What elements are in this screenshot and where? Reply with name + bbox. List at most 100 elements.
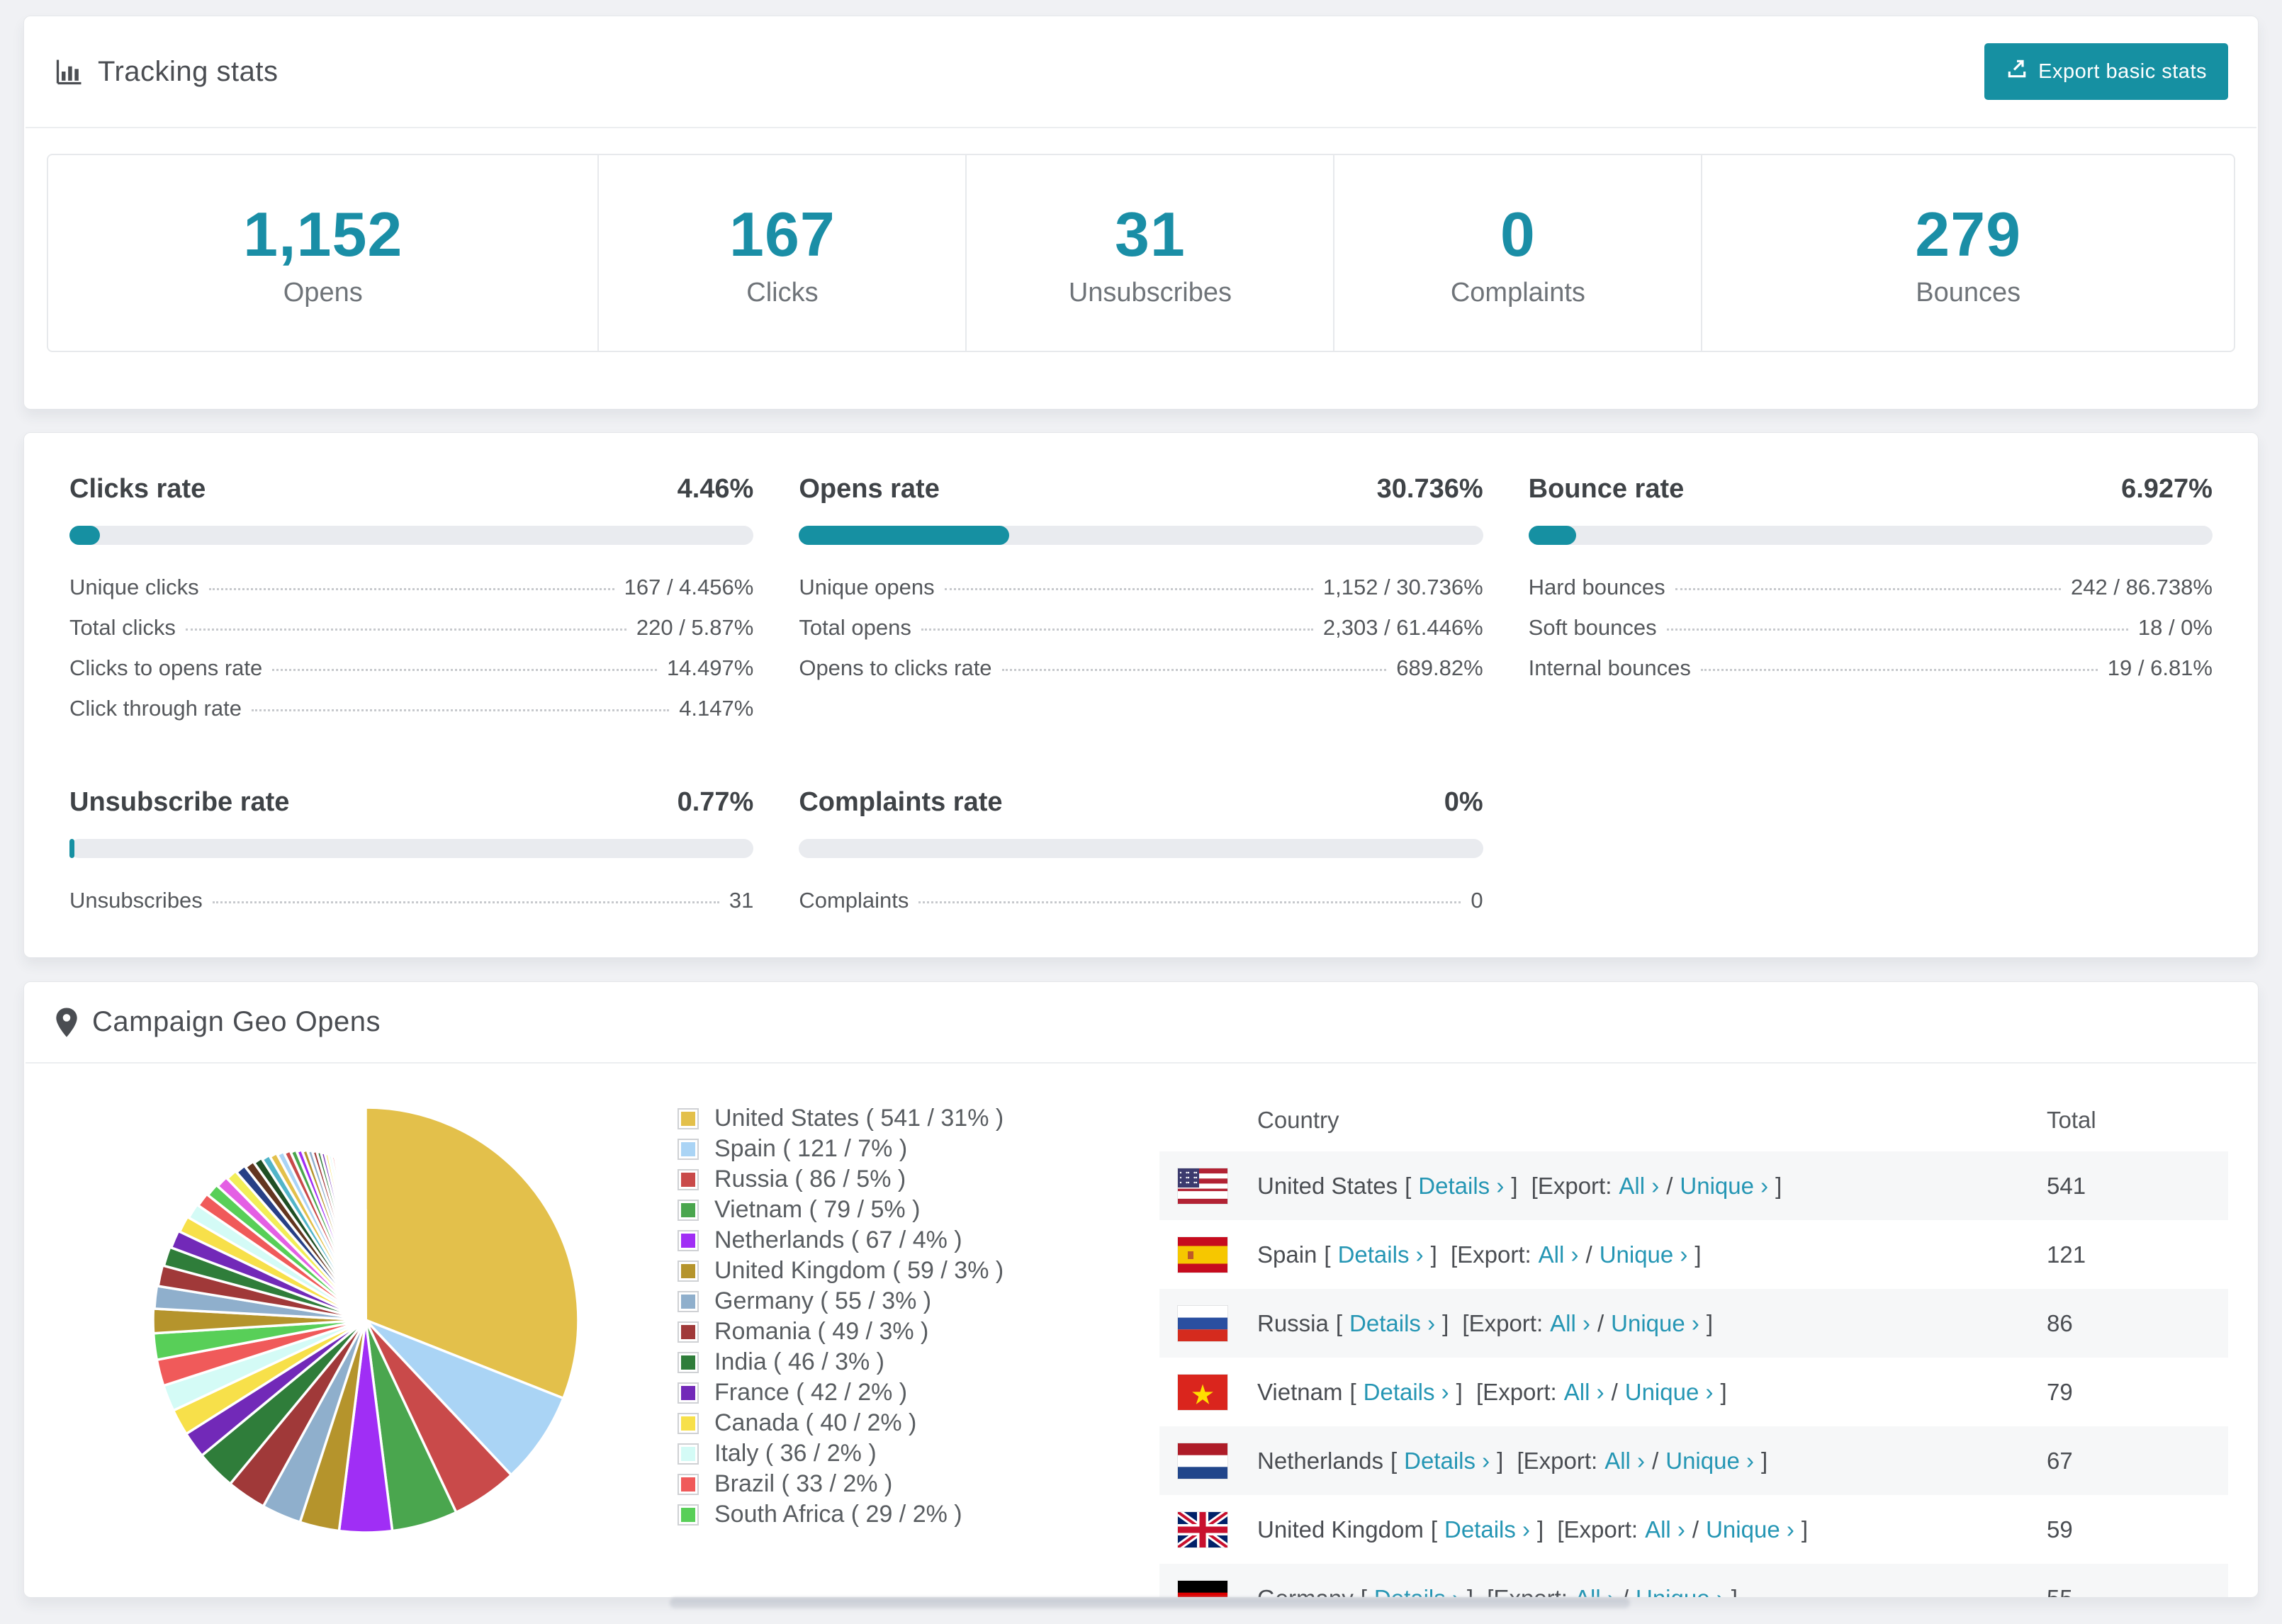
detail-value: 4.147% — [679, 696, 754, 721]
detail-value: 242 / 86.738% — [2071, 575, 2213, 599]
nl-flag-icon — [1177, 1442, 1257, 1479]
detail-label: Internal bounces — [1528, 655, 1691, 680]
country-name: Russia — [1257, 1309, 1329, 1336]
legend-swatch — [678, 1443, 699, 1465]
rate-title: Bounce rate — [1528, 474, 1685, 504]
dotted-leader — [1700, 669, 2098, 671]
details-link[interactable]: Details › — [1404, 1448, 1490, 1474]
legend-item-spain: Spain ( 121 / 7% ) — [678, 1134, 1159, 1164]
country-total: 541 — [2047, 1172, 2086, 1199]
rate-title: Opens rate — [799, 474, 940, 504]
horizontal-scrollbar-thumb[interactable] — [670, 1598, 1630, 1608]
rate-card-clicks-rate: Clicks rate 4.46% Unique clicks 167 / 4.… — [69, 474, 754, 736]
column-country: Country — [1257, 1107, 1339, 1133]
rate-card-opens-rate: Opens rate 30.736% Unique opens 1,152 / … — [799, 474, 1483, 736]
export-basic-stats-button[interactable]: Export basic stats — [1984, 43, 2228, 100]
dotted-leader — [272, 669, 657, 671]
legend-swatch — [678, 1168, 699, 1190]
export-all-link[interactable]: All › — [1575, 1585, 1615, 1598]
export-unique-link[interactable]: Unique › — [1611, 1310, 1699, 1337]
legend-swatch — [678, 1260, 699, 1282]
export-unique-link[interactable]: Unique › — [1600, 1241, 1688, 1268]
legend-item-russia: Russia ( 86 / 5% ) — [678, 1164, 1159, 1195]
legend-item-romania: Romania ( 49 / 3% ) — [678, 1316, 1159, 1347]
rate-detail-row: Total clicks 220 / 5.87% — [69, 615, 753, 655]
legend-item-canada: Canada ( 40 / 2% ) — [678, 1408, 1159, 1438]
detail-value: 19 / 6.81% — [2107, 655, 2213, 680]
legend-swatch — [678, 1504, 699, 1526]
dotted-leader — [1666, 628, 2128, 631]
rate-detail-row: Opens to clicks rate 689.82% — [799, 655, 1483, 696]
dotted-leader — [921, 628, 1313, 631]
export-all-link[interactable]: All › — [1550, 1310, 1590, 1337]
rates-grid: Clicks rate 4.46% Unique clicks 167 / 4.… — [24, 433, 2258, 957]
vn-flag-icon — [1177, 1373, 1257, 1411]
export-unique-link[interactable]: Unique › — [1706, 1516, 1794, 1543]
geo-pie-wrap — [54, 1082, 678, 1597]
gb-flag-icon — [1177, 1511, 1257, 1548]
export-all-link[interactable]: All › — [1645, 1516, 1685, 1543]
rate-value: 30.736% — [1376, 474, 1483, 504]
detail-value: 220 / 5.87% — [636, 615, 754, 640]
details-link[interactable]: Details › — [1349, 1310, 1435, 1337]
dotted-leader — [1675, 588, 2062, 590]
export-unique-link[interactable]: Unique › — [1625, 1379, 1714, 1406]
legend-label: Italy ( 36 / 2% ) — [714, 1440, 877, 1467]
export-icon — [2006, 57, 2028, 86]
rate-detail-row: Clicks to opens rate 14.497% — [69, 655, 753, 696]
rate-card-bounce-rate: Bounce rate 6.927% Hard bounces 242 / 86… — [1528, 474, 2213, 736]
country-total: 59 — [2047, 1516, 2073, 1543]
progress-bar-fill — [799, 526, 1010, 545]
legend-swatch — [678, 1321, 699, 1343]
geo-table-header: Country Total — [1159, 1089, 2228, 1151]
es-flag-icon — [1177, 1236, 1257, 1273]
legend-label: Russia ( 86 / 5% ) — [714, 1166, 906, 1192]
stat-value: 31 — [1114, 198, 1186, 269]
export-unique-link[interactable]: Unique › — [1680, 1173, 1768, 1200]
detail-label: Opens to clicks rate — [799, 655, 992, 680]
details-link[interactable]: Details › — [1444, 1516, 1530, 1543]
details-link[interactable]: Details › — [1374, 1585, 1460, 1598]
dotted-leader — [208, 588, 614, 590]
rate-detail-row: Unique opens 1,152 / 30.736% — [799, 575, 1483, 615]
bar-chart-icon — [54, 56, 85, 87]
legend-label: South Africa ( 29 / 2% ) — [714, 1501, 962, 1528]
geo-opens-pie-chart — [152, 1106, 580, 1534]
country-name: Spain — [1257, 1241, 1317, 1268]
map-pin-icon — [54, 1007, 79, 1038]
rate-detail-row: Soft bounces 18 / 0% — [1529, 615, 2213, 655]
legend-item-vietnam: Vietnam ( 79 / 5% ) — [678, 1195, 1159, 1225]
country-total: 79 — [2047, 1378, 2073, 1405]
export-all-link[interactable]: All › — [1604, 1448, 1645, 1474]
detail-label: Total clicks — [69, 615, 176, 640]
dotted-leader — [185, 628, 626, 631]
progress-bar-fill — [69, 526, 101, 545]
export-all-link[interactable]: All › — [1539, 1241, 1579, 1268]
export-all-link[interactable]: All › — [1564, 1379, 1604, 1406]
legend-swatch — [678, 1473, 699, 1495]
details-link[interactable]: Details › — [1338, 1241, 1424, 1268]
country-total: 86 — [2047, 1309, 2073, 1336]
progress-bar — [799, 526, 1483, 545]
geo-table-row-vn: Vietnam [Details ›] [Export: All › / Uni… — [1159, 1358, 2228, 1426]
de-flag-icon — [1177, 1579, 1257, 1597]
rate-value: 0.77% — [677, 787, 754, 817]
export-unique-link[interactable]: Unique › — [1665, 1448, 1754, 1474]
detail-label: Total opens — [799, 615, 911, 640]
details-link[interactable]: Details › — [1418, 1173, 1504, 1200]
export-unique-link[interactable]: Unique › — [1636, 1585, 1724, 1598]
ru-flag-icon — [1177, 1304, 1257, 1342]
rate-detail-row: Unsubscribes 31 — [69, 888, 753, 928]
stat-cell-opens: 1,152 Opens — [48, 155, 600, 351]
rate-detail-row: Click through rate 4.147% — [69, 696, 753, 736]
rate-detail-row: Total opens 2,303 / 61.446% — [799, 615, 1483, 655]
stat-label: Unsubscribes — [1068, 277, 1232, 308]
geo-header: Campaign Geo Opens — [24, 982, 2258, 1062]
detail-label: Hard bounces — [1528, 575, 1665, 599]
legend-item-italy: Italy ( 36 / 2% ) — [678, 1438, 1159, 1469]
export-all-link[interactable]: All › — [1619, 1173, 1659, 1200]
legend-item-france: France ( 42 / 2% ) — [678, 1377, 1159, 1408]
detail-value: 0 — [1471, 888, 1483, 913]
detail-value: 31 — [729, 888, 754, 913]
details-link[interactable]: Details › — [1364, 1379, 1449, 1406]
